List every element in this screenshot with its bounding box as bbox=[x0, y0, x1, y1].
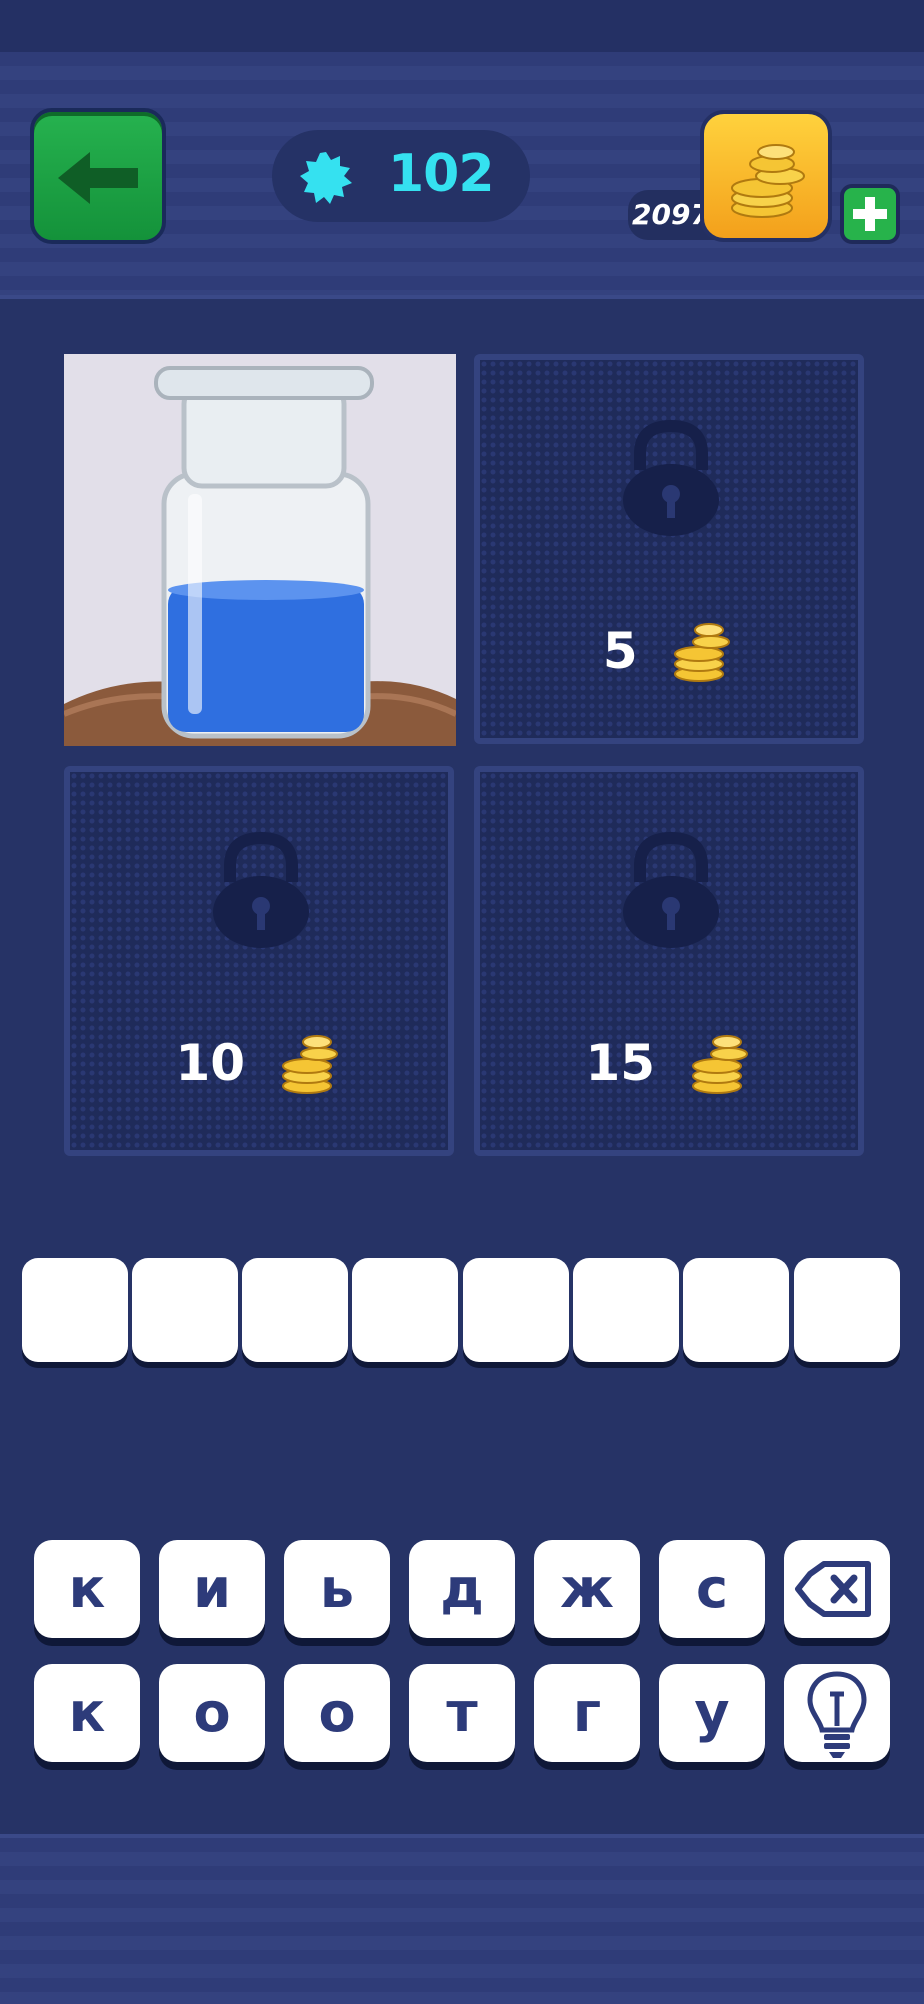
locked-tile[interactable]: 10 bbox=[64, 766, 454, 1156]
letter-key[interactable]: у bbox=[659, 1664, 765, 1762]
coin-count: 2097 bbox=[632, 198, 710, 231]
letter-key[interactable]: о bbox=[284, 1664, 390, 1762]
letter-key[interactable]: и bbox=[159, 1540, 265, 1638]
gem-icon bbox=[300, 152, 352, 204]
backspace-icon bbox=[795, 1561, 871, 1617]
hint-button[interactable] bbox=[784, 1664, 890, 1762]
unlock-cost: 5 bbox=[602, 622, 638, 680]
answer-slot[interactable] bbox=[683, 1258, 789, 1362]
locked-tile[interactable]: 5 bbox=[474, 354, 864, 744]
answer-slot[interactable] bbox=[463, 1258, 569, 1362]
unlock-cost: 10 bbox=[175, 1034, 246, 1092]
letter-key[interactable]: к bbox=[34, 1540, 140, 1638]
add-coins-button[interactable] bbox=[840, 184, 900, 244]
letter-key[interactable]: д bbox=[409, 1540, 515, 1638]
answer-slot[interactable] bbox=[794, 1258, 900, 1362]
coin-shop-button[interactable] bbox=[700, 110, 832, 242]
letter-key[interactable]: ь bbox=[284, 1540, 390, 1638]
coin-stack-icon bbox=[281, 1035, 338, 1094]
plus-icon bbox=[853, 197, 887, 231]
letter-key[interactable]: к bbox=[34, 1664, 140, 1762]
jar-image bbox=[64, 354, 456, 746]
answer-slot[interactable] bbox=[242, 1258, 348, 1362]
lightbulb-icon bbox=[807, 1671, 867, 1758]
delete-button[interactable] bbox=[784, 1540, 890, 1638]
locked-tile[interactable]: 15 bbox=[474, 766, 864, 1156]
back-button[interactable] bbox=[30, 108, 166, 244]
letter-key[interactable]: с bbox=[659, 1540, 765, 1638]
coin-stack-icon bbox=[674, 623, 731, 682]
letter-key[interactable]: т bbox=[409, 1664, 515, 1762]
answer-slot[interactable] bbox=[573, 1258, 679, 1362]
arrow-left-icon bbox=[58, 152, 138, 204]
letter-key[interactable]: о bbox=[159, 1664, 265, 1762]
answer-slot[interactable] bbox=[22, 1258, 128, 1362]
coin-stack-icon bbox=[731, 144, 805, 218]
padlock-icon bbox=[623, 420, 719, 536]
unlock-cost: 15 bbox=[585, 1034, 656, 1092]
padlock-icon bbox=[213, 832, 309, 948]
letter-key[interactable]: ж bbox=[534, 1540, 640, 1638]
status-strip bbox=[0, 0, 924, 52]
footer-bar bbox=[0, 1834, 924, 2004]
revealed-picture bbox=[64, 354, 456, 746]
letter-key[interactable]: г bbox=[534, 1664, 640, 1762]
padlock-icon bbox=[623, 832, 719, 948]
gem-count: 102 bbox=[388, 144, 495, 204]
coin-stack-icon bbox=[691, 1035, 748, 1094]
answer-slot[interactable] bbox=[352, 1258, 458, 1362]
answer-slot[interactable] bbox=[132, 1258, 238, 1362]
answer-slots bbox=[22, 1258, 904, 1368]
gem-counter: 102 bbox=[272, 130, 530, 222]
